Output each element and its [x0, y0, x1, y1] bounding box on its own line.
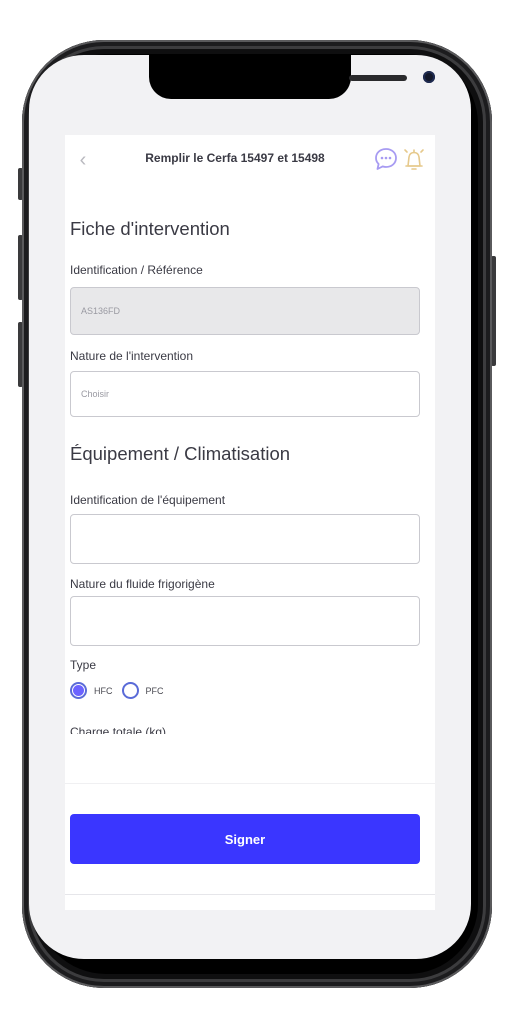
front-camera — [423, 71, 435, 83]
type-label: Type — [70, 658, 97, 672]
chevron-left-icon[interactable]: ‹ — [73, 149, 93, 171]
section-title-equipment: Équipement / Climatisation — [70, 443, 291, 464]
identification-field: AS136FD — [70, 287, 420, 335]
fluid-input[interactable] — [70, 596, 420, 646]
charge-label: Charge totale (kg) — [70, 725, 167, 734]
notch — [149, 55, 435, 99]
type-radio-group: HFC PFC — [70, 682, 173, 699]
nature-intervention-select[interactable]: Choisir — [70, 371, 420, 417]
radio-pfc[interactable] — [121, 682, 139, 699]
radio-hfc[interactable] — [70, 682, 87, 699]
fluid-label: Nature du fluide frigorigène — [70, 577, 215, 591]
footer-bar: Signer — [65, 783, 435, 895]
radio-hfc-label: HFC — [94, 685, 113, 696]
speaker — [349, 75, 407, 81]
radio-selected-dot — [73, 685, 84, 696]
equipment-identification-label: Identification de l'équipement — [70, 493, 226, 507]
equipment-identification-input[interactable] — [70, 514, 420, 564]
section-title-intervention: Fiche d'intervention — [70, 218, 230, 239]
app-view: ‹ Remplir le Cerfa 15497 et 15498 Fiche … — [65, 135, 435, 910]
radio-pfc-label: PFC — [145, 685, 164, 696]
alarm-clock-icon[interactable] — [401, 145, 427, 173]
page-title: Remplir le Cerfa 15497 et 15498 — [145, 151, 325, 165]
phone-screen: ‹ Remplir le Cerfa 15497 et 15498 Fiche … — [29, 55, 471, 959]
sign-button[interactable]: Signer — [70, 814, 420, 864]
chat-bubble-icon[interactable] — [373, 145, 399, 173]
nature-intervention-label: Nature de l'intervention — [70, 349, 194, 363]
identification-label: Identification / Référence — [70, 263, 203, 277]
app-header: ‹ Remplir le Cerfa 15497 et 15498 — [65, 135, 435, 185]
